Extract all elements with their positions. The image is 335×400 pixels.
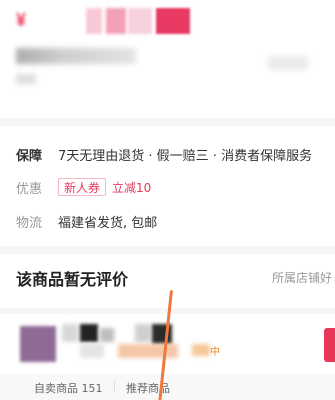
recommended-stat[interactable]: 推荐商品	[126, 380, 170, 396]
price-mosaic	[86, 8, 102, 34]
product-subtitle-blurred	[16, 74, 36, 84]
enter-store-button[interactable]	[324, 328, 335, 362]
store-logo[interactable]	[20, 326, 56, 362]
product-meta-blurred	[268, 56, 308, 70]
reviews-title: 该商品暂无评价	[16, 270, 129, 289]
reviews-section: 该商品暂无评价 所属店铺好	[0, 254, 335, 304]
price-mosaic	[156, 8, 190, 34]
store-stats-bar: 自卖商品 151 推荐商品	[0, 374, 335, 400]
store-rating-blurred	[118, 344, 178, 358]
store-meta-blurred	[80, 344, 104, 358]
price-row: ¥	[16, 8, 316, 34]
price-mosaic	[128, 8, 152, 34]
own-goods-stat[interactable]: 自卖商品 151	[34, 380, 103, 396]
store-name-blurred	[62, 324, 78, 342]
store-name-blurred	[100, 328, 114, 342]
section-divider	[0, 118, 335, 126]
promo-row[interactable]: 优惠 新人券 立减10	[16, 175, 151, 199]
guarantee-row[interactable]: 保障 7天无理由退货 · 假一赔三 · 消费者保障服务	[16, 142, 312, 166]
shipping-text: 福建省发货, 包邮	[58, 215, 158, 231]
stat-separator	[114, 381, 115, 393]
store-name-blurred	[135, 324, 151, 342]
service-info-section: 保障 7天无理由退货 · 假一赔三 · 消费者保障服务 优惠 新人券 立减10 …	[0, 126, 335, 246]
product-title-blurred	[16, 48, 136, 64]
product-header: ¥	[0, 0, 335, 118]
store-tag-blurred	[192, 344, 210, 356]
price-currency: ¥	[16, 10, 27, 30]
price-mosaic	[106, 8, 126, 34]
store-link[interactable]: 所属店铺好	[272, 269, 332, 286]
store-rating-badge: 中	[210, 347, 220, 358]
guarantee-label: 保障	[16, 148, 43, 164]
guarantee-text: 7天无理由退货 · 假一赔三 · 消费者保障服务	[58, 148, 313, 164]
shipping-row[interactable]: 物流 福建省发货, 包邮	[16, 209, 157, 233]
coupon-action: 立减10	[112, 180, 152, 195]
store-name-blurred	[80, 324, 98, 342]
coupon-tag: 新人券	[58, 178, 107, 196]
section-divider	[0, 246, 335, 254]
shipping-label: 物流	[16, 215, 43, 231]
promo-label: 优惠	[16, 181, 43, 197]
